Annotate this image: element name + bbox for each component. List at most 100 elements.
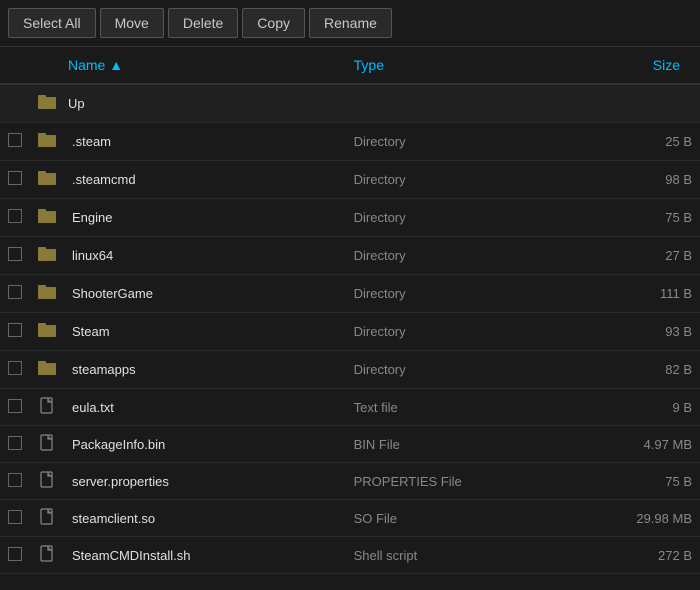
table-row[interactable]: Engine Directory 75 B [0, 199, 700, 237]
table-row[interactable]: .steam Directory 25 B [0, 123, 700, 161]
table-row[interactable]: steamapps Directory 82 B [0, 351, 700, 389]
table-row[interactable]: PackageInfo.bin BIN File 4.97 MB [0, 426, 700, 463]
checkbox-cell[interactable] [0, 537, 30, 574]
file-name[interactable]: .steam [64, 123, 346, 161]
file-name[interactable]: SteamCMDInstall.sh [64, 537, 346, 574]
file-icon [40, 397, 54, 417]
table-row[interactable]: steamclient.so SO File 29.98 MB [0, 500, 700, 537]
file-name[interactable]: Engine [64, 199, 346, 237]
file-icon [40, 545, 54, 565]
file-icon [40, 471, 54, 491]
toolbar: Select AllMoveDeleteCopyRename [0, 0, 700, 47]
checkbox-cell[interactable] [0, 463, 30, 500]
checkbox-cell[interactable] [0, 123, 30, 161]
folder-icon [38, 245, 56, 266]
file-size: 93 B [599, 313, 700, 351]
table-row[interactable]: server.properties PROPERTIES File 75 B [0, 463, 700, 500]
checkbox-cell[interactable] [0, 161, 30, 199]
file-size: 111 B [599, 275, 700, 313]
table-row[interactable]: linux64 Directory 27 B [0, 237, 700, 275]
checkbox[interactable] [8, 399, 22, 413]
checkbox[interactable] [8, 436, 22, 450]
table-row[interactable]: Steam Directory 93 B [0, 313, 700, 351]
icon-cell [30, 463, 64, 500]
checkbox[interactable] [8, 133, 22, 147]
icon-cell [30, 123, 64, 161]
icon-header [30, 47, 64, 84]
checkbox[interactable] [8, 473, 22, 487]
checkbox[interactable] [8, 323, 22, 337]
checkbox[interactable] [8, 547, 22, 561]
icon-cell [30, 161, 64, 199]
table-row-up[interactable]: Up [0, 84, 700, 123]
file-type: SO File [346, 500, 599, 537]
table-row[interactable]: .steamcmd Directory 98 B [0, 161, 700, 199]
icon-cell [30, 199, 64, 237]
file-type [346, 84, 599, 123]
file-name[interactable]: server.properties [64, 463, 346, 500]
checkbox-header [0, 47, 30, 84]
file-name[interactable]: .steamcmd [64, 161, 346, 199]
folder-icon [38, 93, 56, 114]
type-column-label: Type [354, 57, 384, 73]
file-name[interactable]: Steam [64, 313, 346, 351]
size-column[interactable]: Size [599, 47, 700, 84]
file-name[interactable]: ShooterGame [64, 275, 346, 313]
icon-cell [30, 84, 64, 123]
checkbox-cell[interactable] [0, 426, 30, 463]
icon-cell [30, 500, 64, 537]
checkbox-cell[interactable] [0, 237, 30, 275]
checkbox-cell[interactable] [0, 351, 30, 389]
checkbox[interactable] [8, 510, 22, 524]
file-type: Directory [346, 313, 599, 351]
type-column[interactable]: Type [346, 47, 599, 84]
icon-cell [30, 389, 64, 426]
table-row[interactable]: SteamCMDInstall.sh Shell script 272 B [0, 537, 700, 574]
checkbox-cell[interactable] [0, 199, 30, 237]
file-size: 9 B [599, 389, 700, 426]
file-name[interactable]: PackageInfo.bin [64, 426, 346, 463]
file-type: BIN File [346, 426, 599, 463]
copy-button[interactable]: Copy [242, 8, 305, 38]
icon-cell [30, 426, 64, 463]
file-icon [40, 434, 54, 454]
icon-cell [30, 537, 64, 574]
icon-cell [30, 351, 64, 389]
file-size: 25 B [599, 123, 700, 161]
folder-icon [38, 321, 56, 342]
checkbox-cell[interactable] [0, 313, 30, 351]
delete-button[interactable]: Delete [168, 8, 238, 38]
checkbox[interactable] [8, 171, 22, 185]
file-name[interactable]: steamapps [64, 351, 346, 389]
rename-button[interactable]: Rename [309, 8, 392, 38]
table-row[interactable]: eula.txt Text file 9 B [0, 389, 700, 426]
file-type: Directory [346, 123, 599, 161]
folder-icon [38, 283, 56, 304]
move-button[interactable]: Move [100, 8, 164, 38]
checkbox[interactable] [8, 285, 22, 299]
select-all-button[interactable]: Select All [8, 8, 96, 38]
file-size [599, 84, 700, 123]
checkbox-cell[interactable] [0, 389, 30, 426]
checkbox-cell[interactable] [0, 500, 30, 537]
icon-cell [30, 275, 64, 313]
table-row[interactable]: ShooterGame Directory 111 B [0, 275, 700, 313]
file-name[interactable]: steamclient.so [64, 500, 346, 537]
size-column-label: Size [653, 57, 680, 73]
file-size: 82 B [599, 351, 700, 389]
checkbox-cell[interactable] [0, 275, 30, 313]
checkbox[interactable] [8, 361, 22, 375]
file-name[interactable]: linux64 [64, 237, 346, 275]
folder-icon [38, 359, 56, 380]
checkbox[interactable] [8, 209, 22, 223]
file-icon [40, 508, 54, 528]
file-table: Name ▲ Type Size Up [0, 47, 700, 574]
checkbox[interactable] [8, 247, 22, 261]
file-size: 98 B [599, 161, 700, 199]
file-name[interactable]: eula.txt [64, 389, 346, 426]
file-size: 29.98 MB [599, 500, 700, 537]
file-name[interactable]: Up [64, 84, 346, 123]
name-column[interactable]: Name ▲ [64, 47, 346, 84]
file-type: Directory [346, 237, 599, 275]
file-type: Directory [346, 161, 599, 199]
